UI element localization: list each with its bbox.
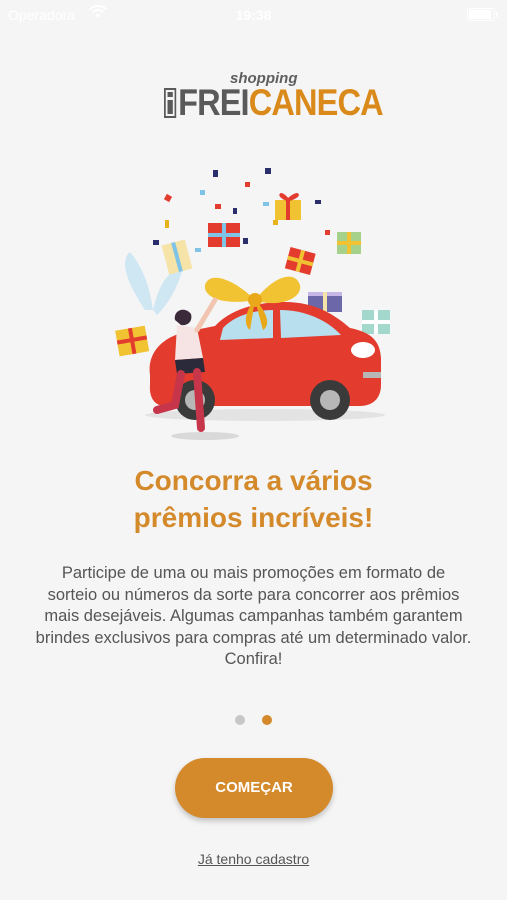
onboarding-headline: Concorra a vários prêmios incríveis! — [0, 462, 507, 536]
already-registered-link[interactable]: Já tenho cadastro — [0, 851, 507, 867]
onboarding-description: Participe de uma ou mais promoções em fo… — [35, 564, 472, 668]
headline-line-2: prêmios incríveis! — [133, 502, 374, 533]
logo-wordmark: FREICANECA — [164, 82, 384, 124]
car-gift-illustration — [105, 160, 405, 445]
logo-caneca: CANECA — [248, 82, 384, 123]
headline-line-1: Concorra a vários — [134, 465, 373, 496]
logo-frei: FREI — [178, 82, 250, 123]
clock: 19:38 — [235, 7, 272, 23]
battery-icon — [467, 8, 498, 21]
shopping-logo: shopping FREICANECA — [164, 70, 384, 123]
page-indicator — [0, 712, 507, 730]
page-dot-1[interactable] — [235, 715, 246, 725]
start-button[interactable]: COMEÇAR — [175, 758, 333, 818]
logo-mark-icon — [164, 88, 177, 118]
status-bar: Operadora 19:38 — [0, 0, 507, 30]
page-dot-2[interactable] — [261, 715, 272, 725]
